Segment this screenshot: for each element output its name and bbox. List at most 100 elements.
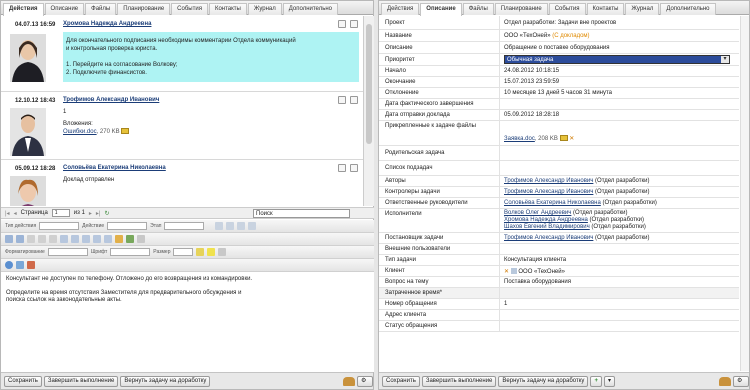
refresh-icon[interactable]: ↻ [105,210,110,217]
return-button[interactable]: Вернуть задачу на доработку [120,375,211,387]
format-select[interactable] [47,248,88,256]
person-link[interactable]: Трофимов Александр Иванович [504,178,593,184]
globe-icon[interactable] [5,261,13,269]
edit-icon[interactable] [350,96,358,104]
size-select[interactable] [173,248,194,256]
italic-icon[interactable] [226,222,235,230]
table-icon[interactable] [137,235,145,243]
remove-icon[interactable]: ✕ [504,269,509,275]
paste-icon[interactable] [49,235,57,243]
complete-button[interactable]: Завершить выполнение [421,375,497,387]
field-label: Постановщик задачи [379,233,500,243]
reply-icon[interactable] [338,20,346,28]
entry-author[interactable]: Хромова Надежда Андреевна [63,21,151,27]
tab-actions[interactable]: Действия [3,3,44,16]
copy-icon[interactable] [38,235,46,243]
person-link[interactable]: Соловьёва Екатерина Николаевна [504,200,601,206]
text-color-icon[interactable] [196,248,205,256]
tab-journal[interactable]: Журнал [625,3,660,15]
first-page-icon[interactable]: |◂ [5,210,10,217]
person-link[interactable]: Шахов Евгений Владимирович [504,224,590,230]
entry-author[interactable]: Трофимов Александр Иванович [63,97,159,103]
field-files: Прикрепленные к задаче файлы Заявка.doc,… [379,121,747,146]
users-icon[interactable] [719,376,731,386]
fullscreen-icon[interactable] [16,261,24,269]
tab-events[interactable]: События [171,3,208,15]
image-icon[interactable] [126,235,134,243]
person-link[interactable]: Трофимов Александр Иванович [504,189,593,195]
reply-icon[interactable] [338,96,346,104]
attachment-link[interactable]: Ошибки.doc [63,129,97,135]
bold-icon[interactable] [215,222,224,230]
highlight-icon[interactable] [207,248,216,256]
tab-files[interactable]: Файлы [462,3,494,15]
save-button[interactable]: Сохранить [382,375,420,387]
prev-page-icon[interactable]: ◂ [14,210,17,217]
person-link[interactable]: Хромова Надежда Андреевна [504,217,588,223]
field-label: Прикрепленные к задаче файлы [379,121,500,145]
tab-files[interactable]: Файлы [85,3,117,15]
tab-additional[interactable]: Дополнительно [282,3,338,15]
scrollbar-thumb[interactable] [366,24,372,144]
file-link[interactable]: Заявка.doc [504,136,535,142]
tab-planning[interactable]: Планирование [494,3,548,15]
action-select[interactable] [107,222,148,230]
more-icon[interactable]: ▾ [603,375,615,387]
undo-icon[interactable] [5,235,13,243]
page-input[interactable]: 1 [51,209,70,217]
source-icon[interactable] [27,261,35,269]
comment-editor[interactable]: Консультант не доступен по телефону. Отл… [1,272,374,372]
tab-events[interactable]: События [548,3,586,15]
underline-icon[interactable] [237,222,246,230]
form-scrollbar[interactable] [740,16,749,371]
avatar [10,108,46,156]
person-link[interactable]: Волков Олег Андреевич [504,210,571,216]
entry-text: и контрольная проверка юриста. [66,46,158,52]
return-button[interactable]: Вернуть задачу на доработку [498,375,589,387]
settings-icon[interactable]: ⚙ [357,375,373,387]
complete-button[interactable]: Завершить выполнение [43,375,119,387]
tab-description[interactable]: Описание [420,3,462,16]
last-page-icon[interactable]: ▸| [96,210,101,217]
link-icon[interactable] [115,235,123,243]
priority-select[interactable]: Обычная задача [504,55,730,64]
font-select[interactable] [110,248,151,256]
attachment-icon[interactable] [559,135,568,142]
cut-icon[interactable] [27,235,35,243]
redo-icon[interactable] [16,235,24,243]
tab-contacts[interactable]: Контакты [208,3,247,15]
clear-format-icon[interactable] [218,248,227,256]
reply-icon[interactable] [338,164,346,172]
action-type-select[interactable] [39,222,80,230]
edit-icon[interactable] [350,164,358,172]
stage-select[interactable] [164,222,205,230]
feed-scrollbar[interactable] [363,16,374,206]
indent-icon[interactable] [104,235,112,243]
settings-icon[interactable]: ⚙ [733,375,749,387]
attachment-icon[interactable] [121,128,130,135]
tab-description[interactable]: Описание [44,3,85,15]
edit-icon[interactable] [350,20,358,28]
field-client-address: Адрес клиента [379,310,739,321]
save-button[interactable]: Сохранить [4,375,42,387]
align-left-icon[interactable] [60,235,68,243]
users-icon[interactable] [343,376,355,386]
delete-icon[interactable]: ✕ [569,136,574,142]
align-center-icon[interactable] [71,235,79,243]
search-input[interactable]: Поиск [253,209,350,218]
entry-author[interactable]: Соловьёва Екатерина Николаевна [63,165,166,171]
tab-contacts[interactable]: Контакты [586,3,625,15]
list-icon[interactable] [93,235,101,243]
field-label: Отклонение [379,88,500,98]
entry-actions [338,96,358,104]
add-icon[interactable]: + [590,375,602,387]
tab-journal[interactable]: Журнал [247,3,282,15]
tab-actions[interactable]: Действия [381,3,420,15]
person-link[interactable]: Трофимов Александр Иванович [504,235,593,241]
next-page-icon[interactable]: ▸ [89,210,92,217]
strike-icon[interactable] [248,222,257,230]
tab-planning[interactable]: Планирование [117,3,171,15]
client-text: ООО «ТехОней» [518,268,565,275]
align-right-icon[interactable] [82,235,90,243]
tab-additional[interactable]: Дополнительно [660,3,716,15]
